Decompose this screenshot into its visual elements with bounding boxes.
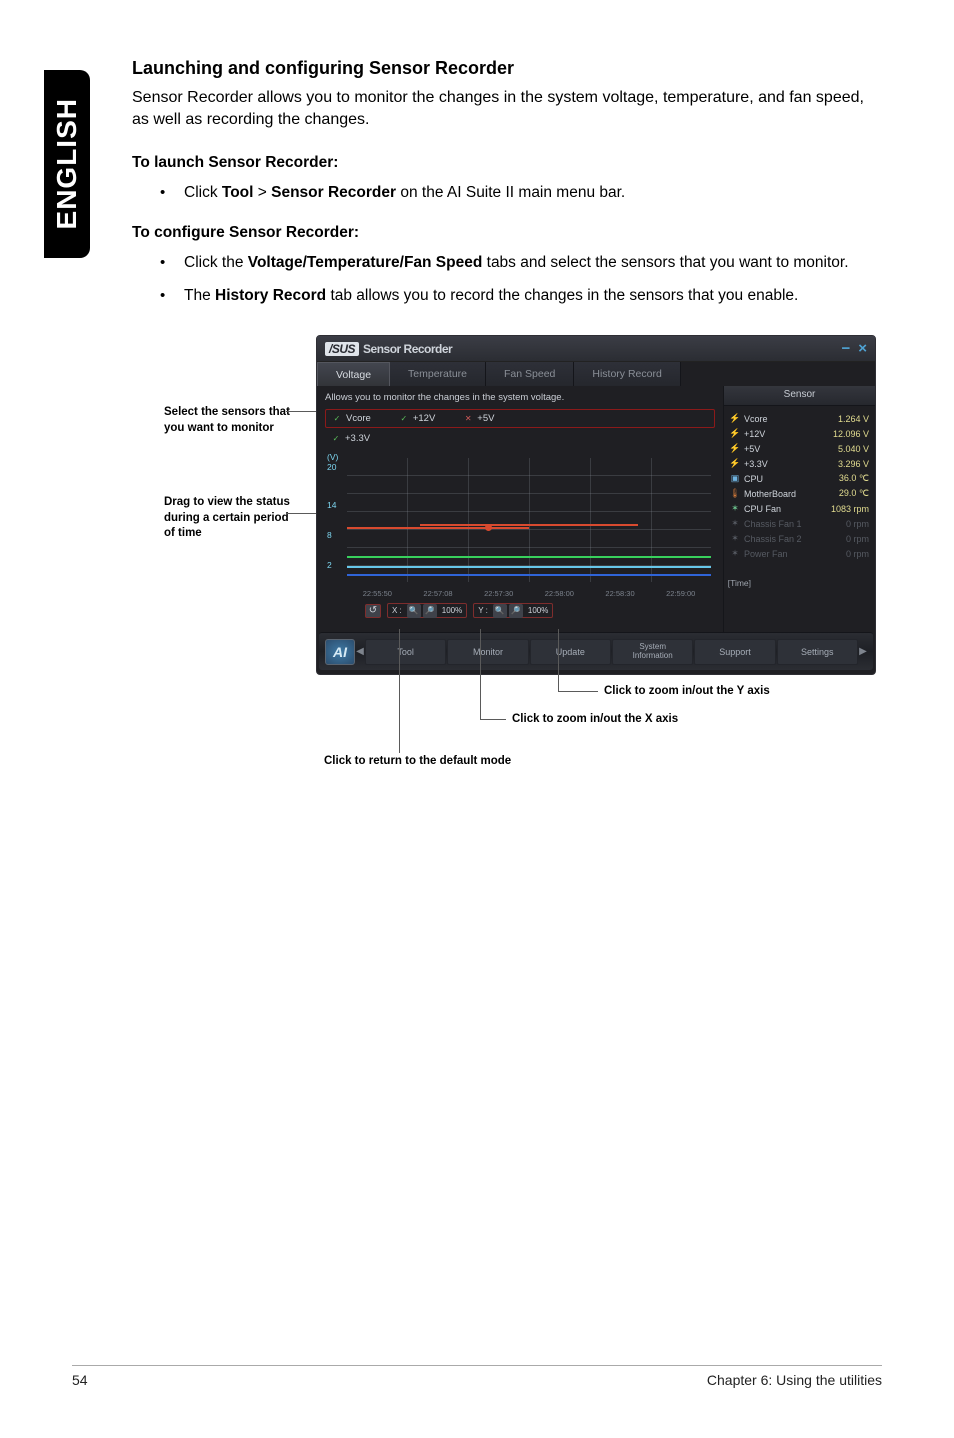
bolt-icon: ⚡ xyxy=(730,428,740,439)
bottombar-settings[interactable]: Settings xyxy=(777,639,858,665)
callout-zoom-x: Click to zoom in/out the X axis xyxy=(512,713,678,725)
bottombar-support[interactable]: Support xyxy=(694,639,775,665)
check-on-icon: ✓ xyxy=(331,434,341,444)
chart-area[interactable]: (V) 20 14 8 2 xyxy=(325,450,715,600)
configure-bullet-2: The History Record tab allows you to rec… xyxy=(160,285,882,307)
sensor-row: ⚡Vcore1.264 V xyxy=(730,411,869,426)
reset-zoom-button[interactable]: ↺ xyxy=(365,604,381,618)
zoom-y-control: Y : 🔍 🔎 100% xyxy=(473,603,553,618)
panel-desc: Allows you to monitor the changes in the… xyxy=(325,392,715,403)
callout-default: Click to return to the default mode xyxy=(324,755,511,767)
fan-icon: ✶ xyxy=(730,518,740,529)
series-skyblue xyxy=(347,566,711,568)
check-row-1: ✓Vcore ✓+12V ✕+5V xyxy=(325,409,715,428)
figure: Select the sensors that you want to moni… xyxy=(164,335,904,805)
check-off-icon: ✕ xyxy=(463,414,473,424)
minimize-button[interactable]: − xyxy=(841,340,850,357)
chk-12v[interactable]: ✓+12V xyxy=(399,413,435,424)
intro-paragraph: Sensor Recorder allows you to monitor th… xyxy=(132,87,882,132)
callout-zoom-y: Click to zoom in/out the Y axis xyxy=(604,685,770,697)
chk-vcore[interactable]: ✓Vcore xyxy=(332,413,371,424)
page-number: 54 xyxy=(72,1372,88,1388)
zoom-x-control: X : 🔍 🔎 100% xyxy=(387,603,467,618)
tab-fanspeed[interactable]: Fan Speed xyxy=(486,362,574,386)
sensor-row: ✶Chassis Fan 20 rpm xyxy=(730,531,869,546)
fan-icon: ✶ xyxy=(730,548,740,559)
sensor-row: ▣CPU36.0 ℃ xyxy=(730,471,869,486)
zoom-y-out-button[interactable]: 🔍 xyxy=(493,604,507,618)
sensor-row: ✶Chassis Fan 10 rpm xyxy=(730,516,869,531)
chapter-label: Chapter 6: Using the utilities xyxy=(707,1372,882,1388)
panel-logo: /SUS Sensor Recorder xyxy=(325,342,452,356)
sensor-list: Sensor ⚡Vcore1.264 V ⚡+12V12.096 V ⚡+5V5… xyxy=(723,386,875,632)
sensor-row: ⚡+5V5.040 V xyxy=(730,441,869,456)
callout-select: Select the sensors that you want to moni… xyxy=(164,405,294,436)
sensor-row: ⚡+3.3V3.296 V xyxy=(730,456,869,471)
bottombar-monitor[interactable]: Monitor xyxy=(447,639,528,665)
sensor-row: ⚡+12V12.096 V xyxy=(730,426,869,441)
bolt-icon: ⚡ xyxy=(730,413,740,424)
series-green xyxy=(347,556,711,558)
sensor-row: ✶CPU Fan1083 rpm xyxy=(730,501,869,516)
section-title: Launching and configuring Sensor Recorde… xyxy=(132,58,882,79)
panel-header: /SUS Sensor Recorder − × xyxy=(317,336,875,362)
tab-history[interactable]: History Record xyxy=(574,362,680,386)
bottombar-tool[interactable]: Tool xyxy=(365,639,446,665)
bottombar-sysinfo[interactable]: SystemInformation xyxy=(612,639,693,665)
thermometer-icon: 🌡 xyxy=(730,488,740,499)
bolt-icon: ⚡ xyxy=(730,443,740,454)
tab-row: Voltage Temperature Fan Speed History Re… xyxy=(317,362,875,386)
fan-icon: ✶ xyxy=(730,533,740,544)
chip-icon: ▣ xyxy=(730,473,740,484)
series-red xyxy=(347,527,529,529)
tab-temperature[interactable]: Temperature xyxy=(390,362,486,386)
configure-heading: To configure Sensor Recorder: xyxy=(132,224,882,242)
sensor-row: 🌡MotherBoard29.0 ℃ xyxy=(730,486,869,501)
sensor-row: ✶Power Fan0 rpm xyxy=(730,546,869,561)
sensor-recorder-panel: /SUS Sensor Recorder − × Voltage Tempera… xyxy=(316,335,876,675)
tab-voltage[interactable]: Voltage xyxy=(317,362,390,386)
left-pane: Allows you to monitor the changes in the… xyxy=(317,386,723,632)
bolt-icon: ⚡ xyxy=(730,458,740,469)
ai-logo[interactable]: AI xyxy=(325,639,355,665)
callout-drag: Drag to view the status during a certain… xyxy=(164,495,294,542)
fan-icon: ✶ xyxy=(730,503,740,514)
configure-bullet-1: Click the Voltage/Temperature/Fan Speed … xyxy=(160,252,882,274)
check-on-icon: ✓ xyxy=(399,414,409,424)
launch-heading: To launch Sensor Recorder: xyxy=(132,154,882,172)
series-red-point xyxy=(485,524,492,531)
page-footer: 54 Chapter 6: Using the utilities xyxy=(72,1365,882,1388)
series-blue xyxy=(347,574,711,576)
chk-33v[interactable]: ✓+3.3V xyxy=(331,433,709,444)
zoom-y-in-button[interactable]: 🔎 xyxy=(509,604,523,618)
close-button[interactable]: × xyxy=(858,340,867,357)
zoom-x-out-button[interactable]: 🔍 xyxy=(407,604,421,618)
bottombar-update[interactable]: Update xyxy=(530,639,611,665)
language-tab-text: ENGLISH xyxy=(51,98,83,229)
zoom-row: ↺ X : 🔍 🔎 100% Y : 🔍 🔎 xyxy=(325,600,715,618)
language-tab: ENGLISH xyxy=(44,70,90,258)
chk-5v[interactable]: ✕+5V xyxy=(463,413,494,424)
zoom-x-in-button[interactable]: 🔎 xyxy=(423,604,437,618)
check-on-icon: ✓ xyxy=(332,414,342,424)
bottom-bar: AI ◀ Tool Monitor Update SystemInformati… xyxy=(319,632,873,670)
launch-bullet: Click Tool > Sensor Recorder on the AI S… xyxy=(160,182,882,204)
